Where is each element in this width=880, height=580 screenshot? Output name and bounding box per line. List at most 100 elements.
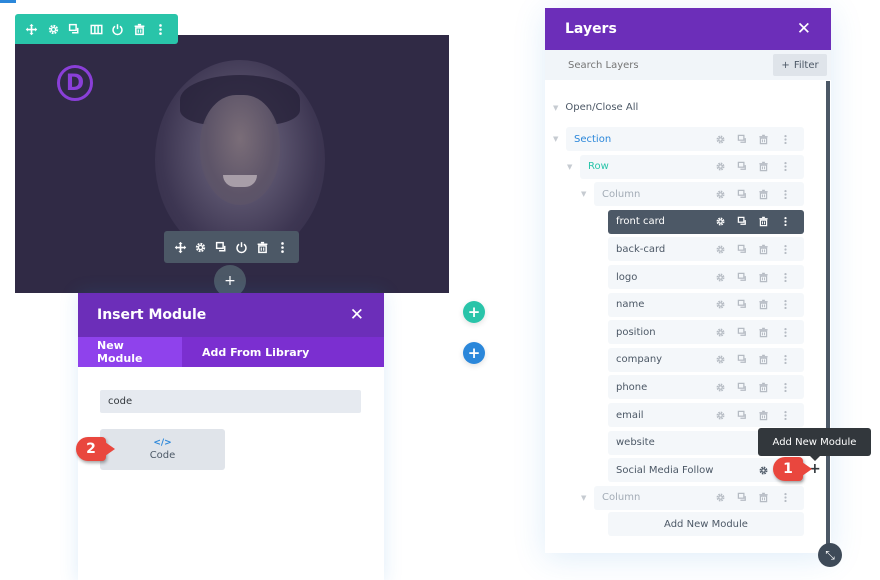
layer-item-module[interactable]: email bbox=[608, 403, 804, 427]
gear-icon[interactable] bbox=[710, 216, 732, 227]
add-new-module-label: Add New Module bbox=[664, 518, 748, 530]
caret-down-icon[interactable]: ▼ bbox=[581, 494, 586, 502]
gear-icon[interactable] bbox=[710, 272, 732, 283]
tab-add-from-library[interactable]: Add From Library bbox=[182, 337, 328, 367]
duplicate-icon[interactable] bbox=[64, 14, 86, 44]
layers-scrollbar[interactable] bbox=[826, 81, 830, 551]
layer-item-column[interactable]: Column bbox=[594, 182, 804, 207]
more-icon[interactable] bbox=[775, 244, 797, 255]
layer-item-module[interactable]: back-card bbox=[608, 237, 804, 262]
module-tile-code[interactable]: </> Code bbox=[100, 429, 225, 470]
duplicate-icon[interactable] bbox=[732, 354, 754, 365]
move-icon[interactable] bbox=[170, 231, 191, 263]
gear-icon[interactable] bbox=[710, 134, 732, 145]
trash-icon[interactable] bbox=[753, 327, 775, 338]
caret-down-icon[interactable]: ▼ bbox=[581, 190, 586, 198]
gear-icon[interactable] bbox=[710, 492, 732, 503]
section-toolbar bbox=[15, 14, 178, 44]
duplicate-icon[interactable] bbox=[732, 327, 754, 338]
gear-icon[interactable] bbox=[191, 231, 212, 263]
trash-icon[interactable] bbox=[753, 382, 775, 393]
gear-icon[interactable] bbox=[710, 244, 732, 255]
more-icon[interactable] bbox=[775, 216, 797, 227]
layer-name: email bbox=[616, 409, 644, 421]
add-new-module-row[interactable]: Add New Module bbox=[608, 512, 804, 536]
trash-icon[interactable] bbox=[753, 492, 775, 503]
more-icon[interactable] bbox=[775, 410, 797, 421]
add-row-button[interactable]: + bbox=[463, 301, 485, 323]
open-close-all[interactable]: ▼ Open/Close All bbox=[553, 102, 638, 113]
gear-icon[interactable] bbox=[710, 382, 732, 393]
duplicate-icon[interactable] bbox=[732, 272, 754, 283]
more-icon[interactable] bbox=[775, 327, 797, 338]
more-icon[interactable] bbox=[775, 189, 797, 200]
trash-icon[interactable] bbox=[753, 216, 775, 227]
search-layers-input[interactable] bbox=[568, 59, 718, 71]
gear-icon[interactable] bbox=[710, 189, 732, 200]
layer-item-module[interactable]: company bbox=[608, 347, 804, 372]
duplicate-icon[interactable] bbox=[732, 382, 754, 393]
trash-icon[interactable] bbox=[129, 14, 151, 44]
gear-icon[interactable] bbox=[43, 14, 65, 44]
layer-item-module[interactable]: phone bbox=[608, 375, 804, 400]
duplicate-icon[interactable] bbox=[732, 244, 754, 255]
close-icon[interactable]: ✕ bbox=[350, 305, 364, 325]
more-icon[interactable] bbox=[775, 382, 797, 393]
layer-item-section[interactable]: Section bbox=[566, 127, 804, 151]
more-icon[interactable] bbox=[775, 299, 797, 310]
columns-icon[interactable] bbox=[86, 14, 108, 44]
module-toolbar bbox=[164, 231, 299, 263]
duplicate-icon[interactable] bbox=[211, 231, 232, 263]
power-icon[interactable] bbox=[107, 14, 129, 44]
gear-icon[interactable] bbox=[710, 354, 732, 365]
power-icon[interactable] bbox=[232, 231, 253, 263]
duplicate-icon[interactable] bbox=[732, 299, 754, 310]
duplicate-icon[interactable] bbox=[732, 410, 754, 421]
duplicate-icon[interactable] bbox=[732, 134, 754, 145]
layer-item-row[interactable]: Row bbox=[580, 154, 804, 179]
more-icon[interactable] bbox=[775, 272, 797, 283]
layer-item-module[interactable]: name bbox=[608, 292, 804, 317]
more-icon[interactable] bbox=[775, 354, 797, 365]
duplicate-icon[interactable] bbox=[732, 216, 754, 227]
caret-down-icon[interactable]: ▼ bbox=[553, 135, 558, 143]
plus-icon: + bbox=[467, 303, 481, 321]
more-icon[interactable] bbox=[150, 14, 172, 44]
tab-new-module[interactable]: New Module bbox=[78, 337, 182, 367]
layer-item-module[interactable]: front card bbox=[608, 209, 804, 234]
filter-button[interactable]: + Filter bbox=[773, 54, 827, 76]
caret-down-icon[interactable]: ▼ bbox=[567, 163, 572, 171]
move-icon[interactable] bbox=[21, 14, 43, 44]
resize-handle-icon[interactable]: ⤡ bbox=[818, 543, 842, 567]
gear-icon[interactable] bbox=[710, 410, 732, 421]
module-search-input[interactable] bbox=[100, 390, 361, 413]
trash-icon[interactable] bbox=[753, 134, 775, 145]
gear-icon[interactable] bbox=[710, 299, 732, 310]
trash-icon[interactable] bbox=[753, 244, 775, 255]
trash-icon[interactable] bbox=[753, 354, 775, 365]
add-section-button[interactable]: + bbox=[463, 342, 485, 364]
layer-actions bbox=[710, 134, 796, 145]
layer-name: Row bbox=[588, 161, 609, 173]
trash-icon[interactable] bbox=[753, 161, 775, 172]
close-icon[interactable]: ✕ bbox=[797, 19, 811, 39]
duplicate-icon[interactable] bbox=[732, 492, 754, 503]
trash-icon[interactable] bbox=[753, 189, 775, 200]
trash-icon[interactable] bbox=[753, 299, 775, 310]
trash-icon[interactable] bbox=[252, 231, 273, 263]
layer-item-column[interactable]: Column bbox=[594, 485, 804, 510]
divi-logo: D bbox=[57, 65, 93, 101]
more-icon[interactable] bbox=[775, 492, 797, 503]
trash-icon[interactable] bbox=[753, 272, 775, 283]
trash-icon[interactable] bbox=[753, 410, 775, 421]
duplicate-icon[interactable] bbox=[732, 189, 754, 200]
more-icon[interactable] bbox=[273, 231, 294, 263]
layer-item-module[interactable]: position bbox=[608, 320, 804, 345]
gear-icon[interactable] bbox=[753, 465, 775, 476]
layer-item-module[interactable]: logo bbox=[608, 265, 804, 289]
more-icon[interactable] bbox=[775, 134, 797, 145]
gear-icon[interactable] bbox=[710, 327, 732, 338]
duplicate-icon[interactable] bbox=[732, 161, 754, 172]
more-icon[interactable] bbox=[775, 161, 797, 172]
gear-icon[interactable] bbox=[710, 161, 732, 172]
